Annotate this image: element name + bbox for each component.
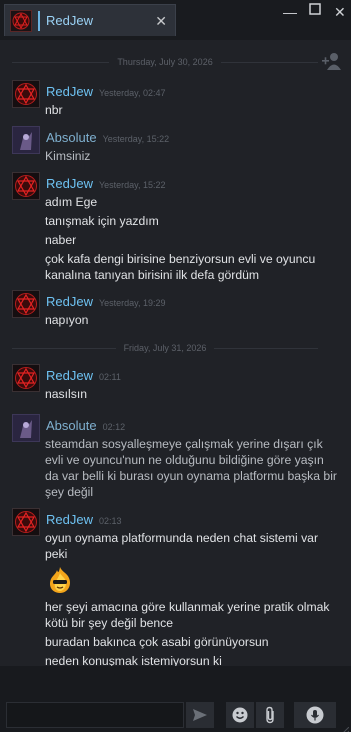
- maximize-icon[interactable]: [309, 2, 321, 18]
- hexagram-avatar-icon: [15, 367, 37, 389]
- sender-line: RedJew 02:13: [46, 512, 122, 527]
- attach-icon: [266, 706, 274, 724]
- message-text: Kimsiniz: [45, 149, 91, 163]
- message-text: adım Ege: [45, 195, 98, 209]
- figure-avatar-icon: [14, 416, 38, 440]
- sender-name[interactable]: RedJew: [46, 84, 93, 99]
- date-label: Friday, July 31, 2026: [123, 343, 207, 353]
- emoticon: [45, 565, 340, 595]
- send-button[interactable]: [186, 702, 214, 728]
- timestamp: Yesterday, 15:22: [102, 134, 170, 144]
- composer: [0, 666, 351, 732]
- message-text: her şeyi amacına göre kullanmak yerine p…: [45, 600, 330, 630]
- timestamp: 02:13: [98, 516, 122, 526]
- avatar[interactable]: [12, 172, 40, 200]
- avatar[interactable]: [12, 80, 40, 108]
- hexagram-avatar-icon: [15, 175, 37, 197]
- avatar[interactable]: [12, 508, 40, 536]
- date-label: Thursday, July 30, 2026: [117, 57, 213, 67]
- avatar[interactable]: [12, 290, 40, 318]
- message-text: nbr: [45, 103, 63, 117]
- chat-history[interactable]: Thursday, July 30, 2026 RedJew Yesterday,…: [0, 40, 351, 668]
- sender-name[interactable]: RedJew: [46, 176, 93, 191]
- message-input[interactable]: [6, 702, 184, 728]
- hexagram-avatar-icon: [15, 293, 37, 315]
- message-text: nasılsın: [45, 387, 88, 401]
- voice-icon: [306, 706, 324, 724]
- sender-line: RedJew Yesterday, 19:29: [46, 294, 166, 309]
- date-separator: Thursday, July 30, 2026: [12, 54, 319, 70]
- tab-title: RedJew: [46, 13, 93, 28]
- message-text: naber: [45, 233, 77, 247]
- attach-button[interactable]: [256, 702, 284, 728]
- cool-flame-emoticon-icon: [50, 567, 70, 593]
- message-text: steamdan sosyalleşmeye çalışmak yerine d…: [45, 437, 337, 499]
- sender-line: RedJew Yesterday, 15:22: [46, 176, 166, 191]
- avatar[interactable]: [12, 364, 40, 392]
- timestamp: 02:12: [102, 422, 126, 432]
- chat-tab-redjew[interactable]: RedJew ✕: [4, 4, 176, 36]
- figure-avatar-icon: [14, 128, 38, 152]
- timestamp: Yesterday, 15:22: [98, 180, 166, 190]
- sender-line: Absolute 02:12: [46, 418, 125, 433]
- sender-line: RedJew 02:11: [46, 368, 121, 383]
- timestamp: 02:11: [98, 372, 121, 382]
- timestamp: Yesterday, 02:47: [98, 88, 166, 98]
- message-text: oyun oynama platformunda neden chat sist…: [45, 531, 319, 561]
- timestamp: Yesterday, 19:29: [98, 298, 166, 308]
- sender-name[interactable]: Absolute: [46, 130, 97, 145]
- window-close-icon[interactable]: ✕: [334, 4, 346, 21]
- voice-button[interactable]: [294, 702, 336, 728]
- message-text: çok kafa dengi birisine benziyorsun evli…: [45, 252, 316, 282]
- sender-line: Absolute Yesterday, 15:22: [46, 130, 169, 145]
- message-text: buradan bakınca çok asabi görünüyorsun: [45, 635, 269, 649]
- sender-name[interactable]: RedJew: [46, 512, 93, 527]
- hexagram-avatar-icon: [15, 83, 37, 105]
- hexagram-avatar-icon: [15, 511, 37, 533]
- hexagram-avatar-icon: [12, 12, 30, 29]
- tab-accent-bar: [38, 10, 40, 31]
- sender-name[interactable]: Absolute: [46, 418, 97, 433]
- avatar[interactable]: [12, 414, 40, 442]
- minimize-icon[interactable]: —: [283, 4, 297, 20]
- emoji-button[interactable]: [226, 702, 254, 728]
- sender-name[interactable]: RedJew: [46, 294, 93, 309]
- title-bar: RedJew ✕ — ✕: [0, 0, 351, 40]
- message-text: napıyon: [45, 313, 89, 327]
- tab-avatar: [10, 9, 32, 32]
- message-text: tanışmak için yazdım: [45, 214, 159, 228]
- add-user-icon[interactable]: [318, 48, 344, 74]
- close-icon[interactable]: ✕: [155, 13, 167, 30]
- emoji-icon: [232, 707, 248, 723]
- date-separator: Friday, July 31, 2026: [12, 340, 319, 356]
- sender-line: RedJew Yesterday, 02:47: [46, 84, 166, 99]
- sender-name[interactable]: RedJew: [46, 368, 93, 383]
- send-icon: [193, 709, 207, 721]
- avatar[interactable]: [12, 126, 40, 154]
- resize-grip-icon[interactable]: [341, 722, 350, 732]
